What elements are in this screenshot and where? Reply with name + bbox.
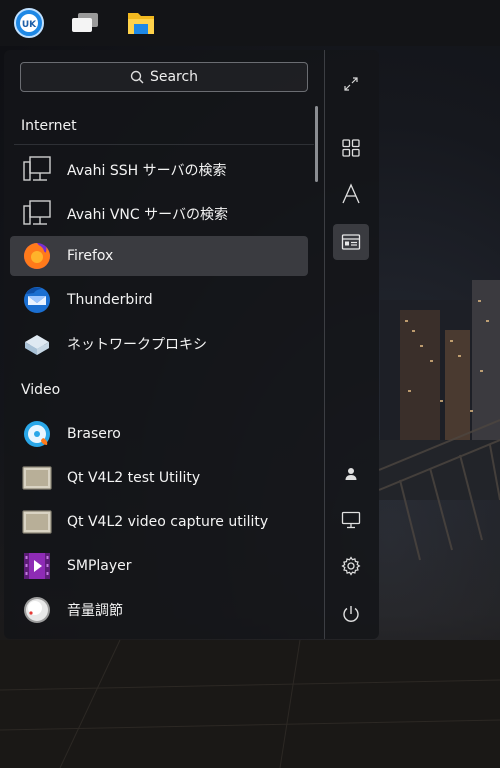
power-button[interactable]: [333, 596, 369, 632]
app-item-smplayer[interactable]: SMPlayer: [10, 546, 308, 586]
file-manager-button[interactable]: [124, 6, 158, 40]
windows-icon: [72, 13, 98, 32]
user-button[interactable]: [333, 456, 369, 492]
category-header-internet: Internet: [21, 118, 77, 134]
grid-icon: [342, 139, 360, 157]
smplayer-icon: [20, 549, 54, 583]
qt-v4l2-icon: [20, 461, 54, 495]
fullscreen-button[interactable]: [333, 66, 369, 102]
monitor-icon: [341, 511, 361, 529]
network-computer-icon: [20, 153, 54, 187]
category-view-button[interactable]: [333, 224, 369, 260]
app-item-firefox[interactable]: Firefox: [10, 236, 308, 276]
app-item-qt-v4l2-test[interactable]: Qt V4L2 test Utility: [10, 458, 308, 498]
app-item-thunderbird[interactable]: Thunderbird: [10, 280, 308, 320]
app-list-scrollbar[interactable]: [315, 106, 318, 182]
search-icon: [130, 70, 144, 84]
app-item-avahi-ssh[interactable]: Avahi SSH サーバの検索: [10, 150, 308, 190]
expand-icon: [344, 77, 358, 91]
app-item-label: Thunderbird: [67, 292, 153, 308]
app-item-qt-v4l2-capture[interactable]: Qt V4L2 video capture utility: [10, 502, 308, 542]
search-label: Search: [149, 69, 199, 85]
app-item-label: Qt V4L2 test Utility: [67, 470, 201, 486]
window-switcher-button[interactable]: [68, 6, 102, 40]
settings-button[interactable]: [333, 548, 369, 584]
app-list-panel: Search Internet Avahi SSH サーバの検索 Avahi V…: [4, 50, 324, 639]
letter-sort-button[interactable]: [333, 176, 369, 212]
category-icon: [341, 234, 361, 250]
computer-button[interactable]: [333, 502, 369, 538]
taskbar: UK: [0, 0, 500, 46]
svg-text:UK: UK: [22, 20, 37, 30]
app-item-label: ネットワークプロキシ: [67, 337, 207, 353]
app-item-avahi-vnc[interactable]: Avahi VNC サーバの検索: [10, 194, 308, 234]
start-menu-button[interactable]: UK: [12, 6, 46, 40]
thunderbird-icon: [20, 283, 54, 317]
app-item-label: Brasero: [67, 426, 121, 442]
app-item-label: Avahi VNC サーバの検索: [67, 207, 228, 223]
volume-knob-icon: [20, 593, 54, 627]
application-menu: Search Internet Avahi SSH サーバの検索 Avahi V…: [4, 50, 379, 639]
menu-sidebar: [325, 50, 379, 639]
app-item-volume-control[interactable]: 音量調節: [10, 590, 308, 630]
user-icon: [345, 468, 357, 480]
network-proxy-icon: [20, 327, 54, 361]
app-item-label: SMPlayer: [67, 558, 132, 574]
firefox-icon: [20, 239, 54, 273]
app-item-label: Qt V4L2 video capture utility: [67, 514, 269, 530]
app-item-brasero[interactable]: Brasero: [10, 414, 308, 454]
brasero-icon: [20, 417, 54, 451]
app-item-label: 音量調節: [67, 603, 123, 619]
qt-v4l2-icon: [20, 505, 54, 539]
app-item-label: Firefox: [67, 248, 114, 264]
network-computer-icon: [20, 197, 54, 231]
power-icon: [343, 606, 359, 622]
folder-icon: [128, 13, 154, 34]
category-header-video: Video: [21, 382, 61, 398]
app-item-label: Avahi SSH サーバの検索: [67, 163, 227, 179]
search-input[interactable]: Search: [20, 62, 308, 92]
gear-icon: [341, 556, 361, 576]
all-apps-view-button[interactable]: [333, 130, 369, 166]
letter-a-icon: [342, 183, 360, 204]
category-divider: [14, 144, 314, 145]
app-item-network-proxy[interactable]: ネットワークプロキシ: [10, 324, 308, 364]
uk-logo-icon: UK: [14, 8, 44, 38]
